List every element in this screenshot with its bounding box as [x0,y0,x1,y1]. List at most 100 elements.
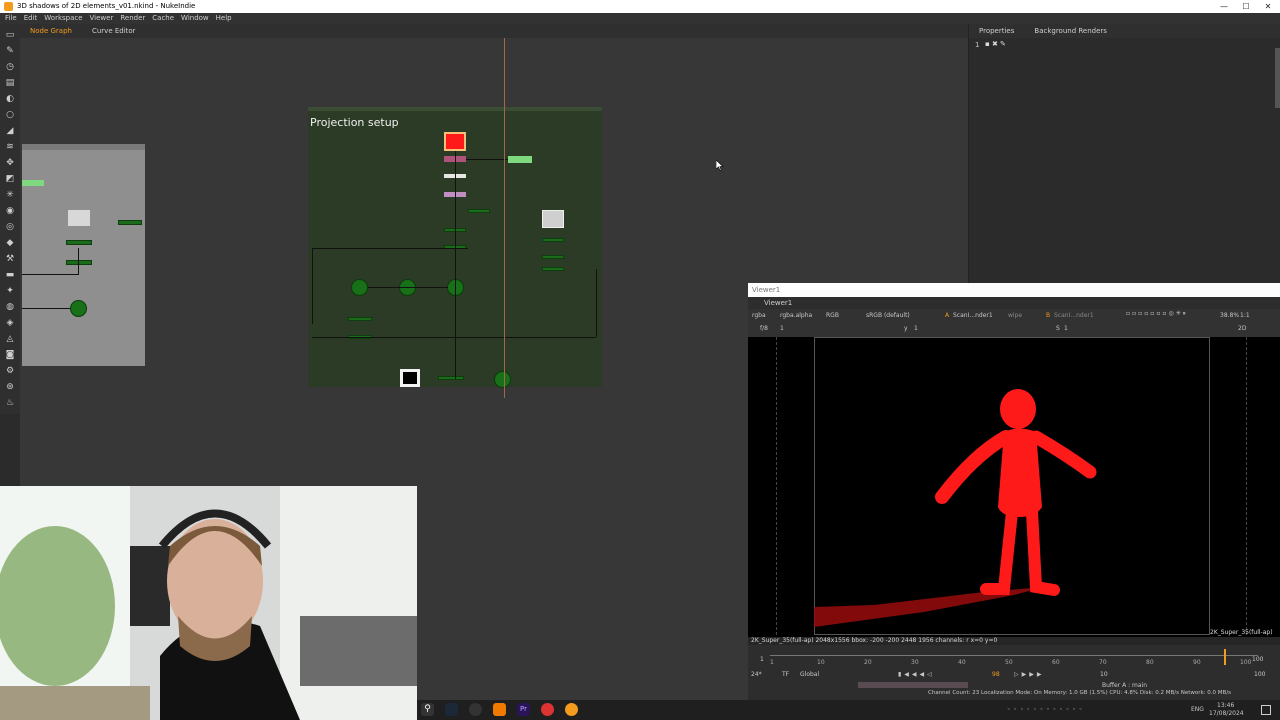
steam-icon[interactable] [445,703,458,716]
input-b-dropdown[interactable]: ScanI...nder1 [1054,312,1094,319]
browser-icon[interactable] [469,703,482,716]
light-node[interactable] [348,317,372,321]
menu-cache[interactable]: Cache [152,13,174,24]
menu-edit[interactable]: Edit [24,13,38,24]
axis-node[interactable] [118,220,142,225]
input-a-dropdown[interactable]: ScanI...nder1 [953,312,993,319]
camera-node[interactable] [508,156,532,163]
playhead[interactable] [1224,649,1226,665]
tab-properties[interactable]: Properties [969,24,1024,38]
y-field[interactable]: 1 [914,325,918,332]
ratio-dropdown[interactable]: 1:1 [1240,312,1250,319]
alpha-dropdown[interactable]: rgba.alpha [780,312,812,319]
tab-background-renders[interactable]: Background Renders [1024,24,1117,38]
transformgeo-node[interactable] [542,255,564,259]
transform-node[interactable] [66,240,92,245]
increment-field[interactable]: 10 [1100,671,1108,678]
filter-tool-icon[interactable]: ○ [5,110,15,120]
merge-tool-icon[interactable]: ≋ [5,142,15,152]
gizmo-tool-icon[interactable]: ◍ [5,302,15,312]
tf-dropdown[interactable]: TF [782,671,789,678]
colorspace-dropdown[interactable]: sRGB (default) [866,312,910,319]
time-tool-icon[interactable]: ◷ [5,62,15,72]
scene-node[interactable] [351,279,368,296]
tray-icons[interactable]: ◦◦◦◦◦◦◦◦◦◦◦◦ [1007,706,1085,713]
channel-tool-icon[interactable]: ▤ [5,78,15,88]
furnace-tool-icon[interactable]: ✦ [5,286,15,296]
toolsets-tool-icon[interactable]: ⚒ [5,254,15,264]
global-dropdown[interactable]: Global [800,671,819,678]
menu-file[interactable]: File [5,13,17,24]
timeline-track[interactable] [770,655,1258,656]
scrollbar[interactable] [1275,48,1280,108]
card-node[interactable] [542,238,564,242]
tab-node-graph[interactable]: Node Graph [20,24,82,38]
viewer-canvas[interactable]: 2K_Super_35(full-ap) [748,337,1280,637]
other-tool-icon[interactable]: ▬ [5,270,15,280]
properties-count[interactable]: 1 [975,41,979,49]
ocio-tool-icon[interactable]: ◈ [5,318,15,328]
timeline-start[interactable]: 1 [760,656,764,663]
wipe-dropdown[interactable]: wipe [1008,312,1022,319]
particles-tool-icon[interactable]: ✳ [5,190,15,200]
properties-panel[interactable]: Properties Background Renders 1 ▪ ✖ ✎ [968,24,1280,284]
bokeh-tool-icon[interactable]: ◬ [5,334,15,344]
constant-node[interactable] [444,132,466,151]
zoom-dropdown[interactable]: 38.8% [1220,312,1239,319]
maximize-button[interactable]: ☐ [1235,0,1257,13]
deep-tool-icon[interactable]: ◉ [5,206,15,216]
clock-time[interactable]: 13:46 [1217,702,1234,709]
timeline[interactable]: 1 10 20 30 40 50 60 70 80 90 100 1 100 24* TF Glob… [748,645,1280,700]
backdrop-projection-setup[interactable]: Projection setup [308,107,602,388]
viewer-tool-icons[interactable]: ▫▫▫▫▫▫▫◎✳⏸ [1126,310,1188,318]
project3d-node[interactable] [468,209,490,213]
premiere-icon[interactable]: Pr [517,703,530,716]
backdrop-node-grey[interactable] [22,144,145,366]
3d-tool-icon[interactable]: ◩ [5,174,15,184]
playback-controls[interactable]: ▮◀◀◀◁ [898,671,935,678]
metadata-tool-icon[interactable]: ◆ [5,238,15,248]
clock-date[interactable]: 17/08/2024 [1209,710,1244,717]
chrome-icon[interactable] [541,703,554,716]
menu-viewer[interactable]: Viewer [90,13,114,24]
display-dropdown[interactable]: RGB [826,312,839,319]
transformgeo-node[interactable] [542,267,564,271]
scanlinerender-node[interactable] [438,376,464,380]
transform-tool-icon[interactable]: ✥ [5,158,15,168]
keyer-tool-icon[interactable]: ◢ [5,126,15,136]
camera-input-node[interactable] [494,371,511,388]
viewer-window[interactable]: Viewer1 Viewer1 rgba rgba.alpha RGB sRGB… [748,283,1280,700]
end-frame-field[interactable]: 100 [1254,671,1265,678]
cara-tool-icon[interactable]: ◙ [5,350,15,360]
image-tool-icon[interactable]: ▭ [5,30,15,40]
camera-node[interactable] [22,180,44,186]
notification-icon[interactable] [1261,705,1271,715]
current-frame-field[interactable]: 98 [992,671,1000,678]
close-button[interactable]: ✕ [1257,0,1279,13]
settings-tool-icon[interactable]: ⚙ [5,366,15,376]
language-indicator[interactable]: ENG [1191,706,1204,713]
search-icon[interactable]: ⚲ [421,703,434,716]
fstop-field[interactable]: f/8 [760,325,768,332]
playback-forward-controls[interactable]: ▷▶▶▶ [1014,671,1044,678]
views-tool-icon[interactable]: ◎ [5,222,15,232]
tab-viewer1[interactable]: Viewer1 [748,297,802,309]
view-mode-dropdown[interactable]: 2D [1238,325,1246,332]
reformat-node[interactable] [400,369,420,387]
tab-curve-editor[interactable]: Curve Editor [82,24,146,38]
fps-dropdown[interactable]: 24* [751,671,762,678]
s-field[interactable]: 1 [1064,325,1068,332]
timeline-end[interactable]: 100 [1252,656,1263,663]
menu-window[interactable]: Window [181,13,209,24]
draw-tool-icon[interactable]: ✎ [5,46,15,56]
transform-node[interactable] [66,260,92,265]
menu-render[interactable]: Render [120,13,145,24]
read-node[interactable] [68,210,90,226]
scene-node[interactable] [70,300,87,317]
channels-dropdown[interactable]: rgba [752,312,766,319]
menu-workspace[interactable]: Workspace [44,13,82,24]
frame-field[interactable]: 1 [780,325,784,332]
read-node[interactable] [542,210,564,228]
plugin-tool-icon[interactable]: ⊛ [5,382,15,392]
user-tool-icon[interactable]: ♨ [5,398,15,408]
